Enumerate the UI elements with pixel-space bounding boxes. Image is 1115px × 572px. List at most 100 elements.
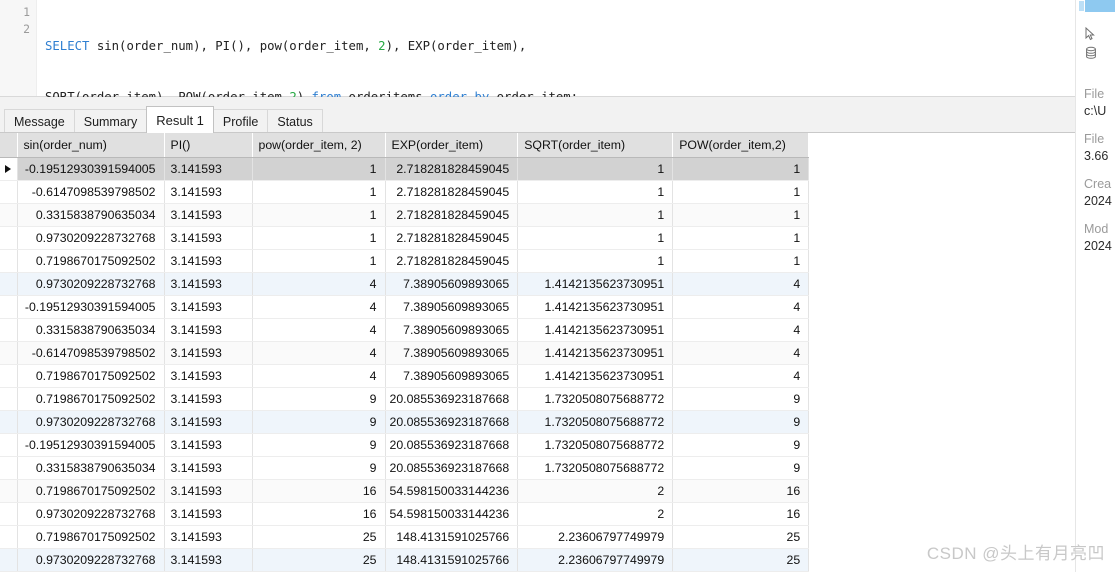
table-cell[interactable]: 1 (672, 249, 810, 273)
table-cell[interactable]: 3.141593 (164, 295, 253, 319)
table-row[interactable]: -0.19512930391594005 3.141593 4 7.389056098… (0, 295, 810, 319)
row-selector-cell[interactable] (0, 525, 18, 549)
table-cell[interactable]: 4 (252, 341, 386, 365)
table-cell[interactable]: 0.9730209228732768 (17, 410, 165, 434)
table-cell[interactable]: 1.7320508075688772 (517, 433, 674, 457)
column-header[interactable]: pow(order_item, 2) (252, 133, 386, 158)
table-cell[interactable]: 3.141593 (164, 157, 253, 181)
table-cell[interactable]: 9 (252, 456, 386, 480)
row-selector-cell[interactable] (0, 502, 18, 526)
tab-status[interactable]: Status (267, 109, 323, 132)
table-cell[interactable]: 1.4142135623730951 (517, 295, 674, 319)
table-cell[interactable]: 9 (252, 410, 386, 434)
table-cell[interactable]: 1 (517, 226, 674, 250)
table-row[interactable]: -0.19512930391594005 3.141593 1 2.718281828… (0, 157, 810, 181)
table-cell[interactable]: 1 (252, 203, 386, 227)
table-row[interactable]: 0.7198670175092502 3.141593 25 148.41315910… (0, 525, 810, 549)
row-selector-cell[interactable] (0, 548, 18, 572)
table-cell[interactable]: 9 (672, 456, 810, 480)
table-cell[interactable]: 3.141593 (164, 180, 253, 204)
row-selector-cell[interactable] (0, 341, 18, 365)
table-cell[interactable]: 2.718281828459045 (385, 249, 519, 273)
table-cell[interactable]: 0.9730209228732768 (17, 548, 165, 572)
table-cell[interactable]: 1.7320508075688772 (517, 410, 674, 434)
table-cell[interactable]: 4 (672, 318, 810, 342)
table-cell[interactable]: 1.4142135623730951 (517, 318, 674, 342)
row-selector-cell[interactable] (0, 318, 18, 342)
table-row[interactable]: 0.9730209228732768 3.141593 1 2.71828182845… (0, 226, 810, 250)
row-selector-cell[interactable] (0, 456, 18, 480)
table-cell[interactable]: 4 (252, 272, 386, 296)
table-cell[interactable]: 3.141593 (164, 525, 253, 549)
table-cell[interactable]: 1 (252, 180, 386, 204)
table-cell[interactable]: 3.141593 (164, 272, 253, 296)
table-cell[interactable]: 3.141593 (164, 226, 253, 250)
table-row[interactable]: 0.7198670175092502 3.141593 16 54.598150033… (0, 479, 810, 503)
table-cell[interactable]: 1.7320508075688772 (517, 387, 674, 411)
table-cell[interactable]: 1 (517, 249, 674, 273)
table-cell[interactable]: -0.19512930391594005 (17, 157, 165, 181)
database-icon[interactable] (1084, 43, 1098, 62)
table-cell[interactable]: 7.38905609893065 (385, 295, 519, 319)
row-selector-cell[interactable] (0, 295, 18, 319)
table-cell[interactable]: 0.7198670175092502 (17, 525, 165, 549)
table-cell[interactable]: 16 (672, 502, 810, 526)
table-cell[interactable]: 2 (517, 479, 674, 503)
table-cell[interactable]: 0.9730209228732768 (17, 502, 165, 526)
table-cell[interactable]: 1 (252, 157, 386, 181)
table-cell[interactable]: 1 (517, 203, 674, 227)
table-cell[interactable]: 3.141593 (164, 249, 253, 273)
column-header[interactable]: sin(order_num) (17, 133, 165, 158)
table-cell[interactable]: 20.085536923187668 (385, 410, 519, 434)
table-cell[interactable]: 20.085536923187668 (385, 433, 519, 457)
table-row[interactable]: -0.19512930391594005 3.141593 9 20.08553692… (0, 433, 810, 457)
table-cell[interactable]: 4 (252, 295, 386, 319)
table-row[interactable]: 0.9730209228732768 3.141593 9 20.0855369231… (0, 410, 810, 434)
table-cell[interactable]: -0.6147098539798502 (17, 180, 165, 204)
table-row[interactable]: 0.9730209228732768 3.141593 16 54.598150033… (0, 502, 810, 526)
table-cell[interactable]: 0.9730209228732768 (17, 226, 165, 250)
table-row[interactable]: 0.3315838790635034 3.141593 1 2.71828182845… (0, 203, 810, 227)
table-cell[interactable]: 1 (252, 226, 386, 250)
table-cell[interactable]: 3.141593 (164, 341, 253, 365)
table-cell[interactable]: 0.3315838790635034 (17, 456, 165, 480)
table-cell[interactable]: 3.141593 (164, 318, 253, 342)
table-cell[interactable]: 9 (252, 387, 386, 411)
table-cell[interactable]: 4 (672, 341, 810, 365)
result-grid-container[interactable]: sin(order_num) PI() pow(order_item, 2) EXP(… (0, 133, 1075, 572)
table-cell[interactable]: -0.6147098539798502 (17, 341, 165, 365)
table-cell[interactable]: 2.718281828459045 (385, 226, 519, 250)
table-cell[interactable]: 25 (252, 548, 386, 572)
table-cell[interactable]: 3.141593 (164, 548, 253, 572)
table-cell[interactable]: 0.9730209228732768 (17, 272, 165, 296)
table-cell[interactable]: 9 (252, 433, 386, 457)
table-cell[interactable]: 3.141593 (164, 410, 253, 434)
table-cell[interactable]: 2.23606797749979 (517, 525, 674, 549)
row-selector-cell[interactable] (0, 203, 18, 227)
table-cell[interactable]: 3.141593 (164, 502, 253, 526)
row-selector-cell[interactable] (0, 180, 18, 204)
table-cell[interactable]: 9 (672, 387, 810, 411)
table-cell[interactable]: 3.141593 (164, 479, 253, 503)
column-header[interactable]: EXP(order_item) (385, 133, 519, 158)
table-cell[interactable]: 1 (517, 157, 674, 181)
table-cell[interactable]: 25 (672, 525, 810, 549)
table-cell[interactable]: 4 (252, 364, 386, 388)
table-cell[interactable]: 1.4142135623730951 (517, 341, 674, 365)
table-cell[interactable]: 148.4131591025766 (385, 548, 519, 572)
row-selector-cell[interactable] (0, 479, 18, 503)
sql-editor[interactable]: 1 2 SELECT sin(order_num), PI(), pow(ord… (0, 0, 1075, 104)
table-cell[interactable]: 20.085536923187668 (385, 456, 519, 480)
table-cell[interactable]: 4 (252, 318, 386, 342)
tab-result-1[interactable]: Result 1 (146, 106, 214, 133)
tab-summary[interactable]: Summary (73, 109, 148, 132)
row-selector-cell[interactable] (0, 433, 18, 457)
table-cell[interactable]: 1.4142135623730951 (517, 272, 674, 296)
table-cell[interactable]: 1 (672, 203, 810, 227)
tab-message[interactable]: Message (4, 109, 75, 132)
table-cell[interactable]: 16 (252, 479, 386, 503)
cursor-icon[interactable] (1084, 24, 1098, 43)
table-cell[interactable]: 25 (252, 525, 386, 549)
table-cell[interactable]: 3.141593 (164, 456, 253, 480)
table-cell[interactable]: 0.7198670175092502 (17, 364, 165, 388)
